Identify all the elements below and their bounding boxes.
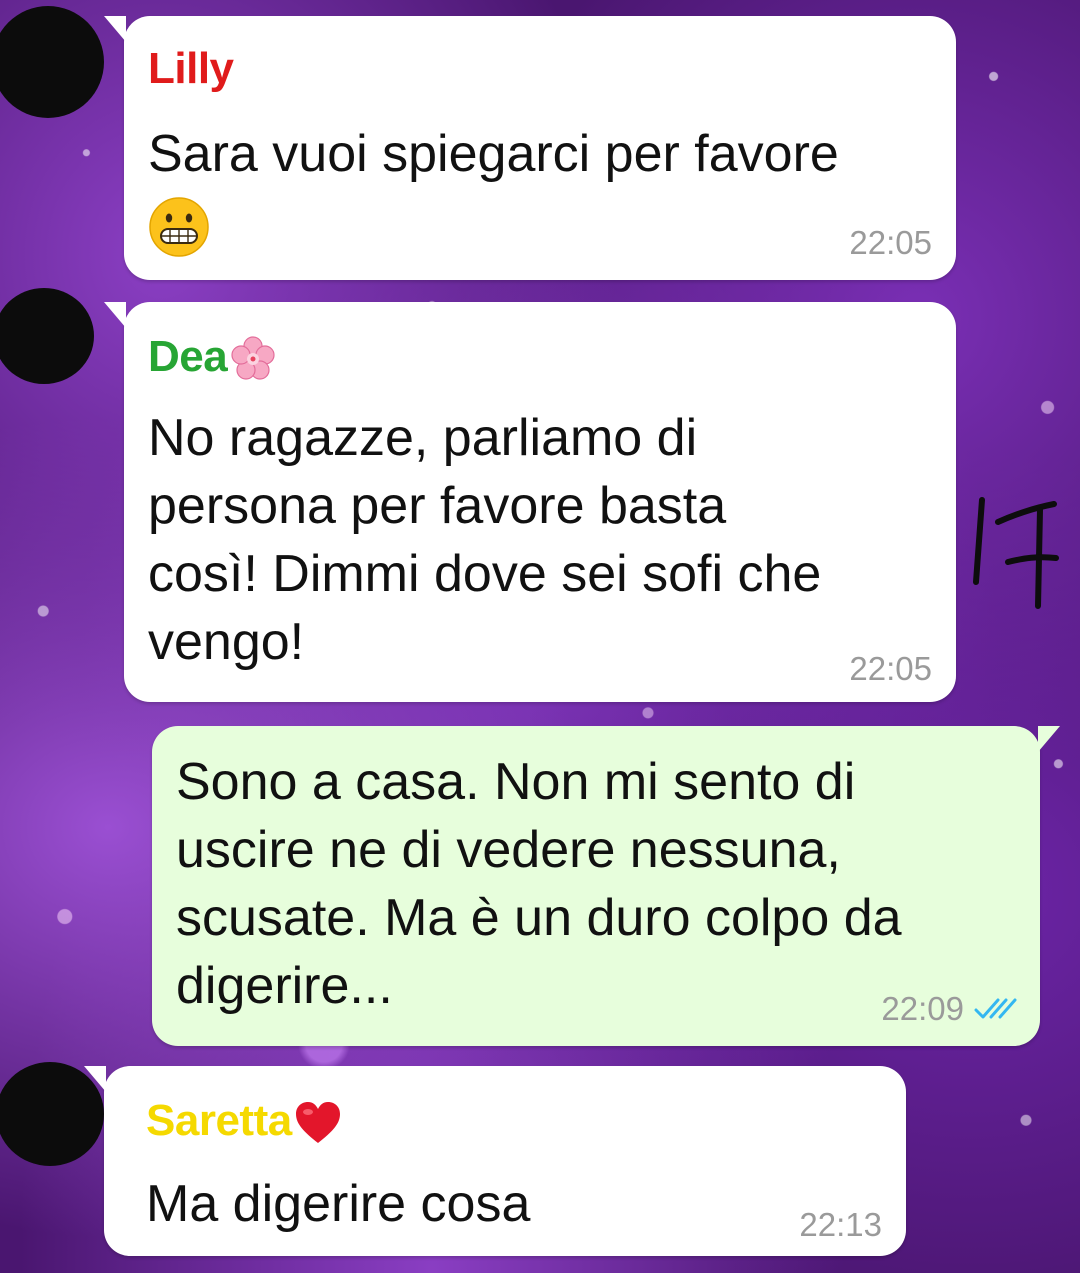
message-line: persona per favore basta — [148, 477, 727, 535]
message-line: uscire ne di vedere nessuna, — [176, 821, 841, 879]
handwritten-annotation — [973, 497, 1059, 609]
message-line: digerire... — [176, 957, 393, 1015]
message-bubble-incoming[interactable]: Saretta Ma digerire cosa 22:13 — [84, 1066, 906, 1256]
message-text: Sono a casa. Non mi sento di uscire ne d… — [176, 748, 902, 1020]
cherry-blossom-icon — [231, 336, 275, 380]
bubble-tail — [104, 16, 126, 42]
message-line: No ragazze, parliamo di — [148, 409, 698, 467]
message-line: Sono a casa. Non mi sento di — [176, 753, 856, 811]
message-timestamp: 22:05 — [849, 650, 932, 687]
message-line: vengo! — [148, 613, 305, 671]
message-timestamp: 22:05 — [849, 224, 932, 261]
message-bubble-outgoing[interactable]: Sono a casa. Non mi sento di uscire ne d… — [152, 726, 1060, 1046]
grimacing-face-emoji — [149, 197, 209, 257]
message-bubble-incoming[interactable]: Lilly Sara vuoi spiegarci per favore 22:… — [104, 16, 956, 280]
bubble-tail — [104, 302, 126, 328]
message-text: Sara vuoi spiegarci per favore — [148, 120, 839, 188]
double-check-icon — [974, 998, 1017, 1019]
message-bubble-incoming[interactable]: Dea No ragazze, parliamo di persona per … — [104, 302, 956, 702]
message-text: No ragazze, parliamo di persona per favo… — [148, 404, 821, 676]
message-line: Sara vuoi spiegarci per favore — [148, 125, 839, 183]
message-text: Ma digerire cosa — [146, 1170, 530, 1238]
message-timestamp: 22:13 — [799, 1206, 882, 1243]
sender-name[interactable]: Saretta — [146, 1096, 342, 1146]
message-line: Ma digerire cosa — [146, 1175, 531, 1233]
bubble-tail — [1038, 726, 1060, 752]
message-timestamp: 22:09 — [881, 990, 964, 1027]
sender-name-text: Saretta — [146, 1096, 292, 1145]
message-line: così! Dimmi dove sei sofi che — [148, 545, 822, 603]
avatar[interactable] — [0, 288, 94, 384]
sender-name-text: Dea — [148, 332, 228, 381]
sender-name[interactable]: Dea — [148, 332, 277, 383]
bubble-tail — [84, 1066, 106, 1092]
red-heart-icon — [295, 1102, 340, 1144]
message-line: scusate. Ma è un duro colpo da — [176, 889, 902, 947]
sender-name[interactable]: Lilly — [148, 44, 234, 94]
avatar[interactable] — [0, 6, 104, 118]
